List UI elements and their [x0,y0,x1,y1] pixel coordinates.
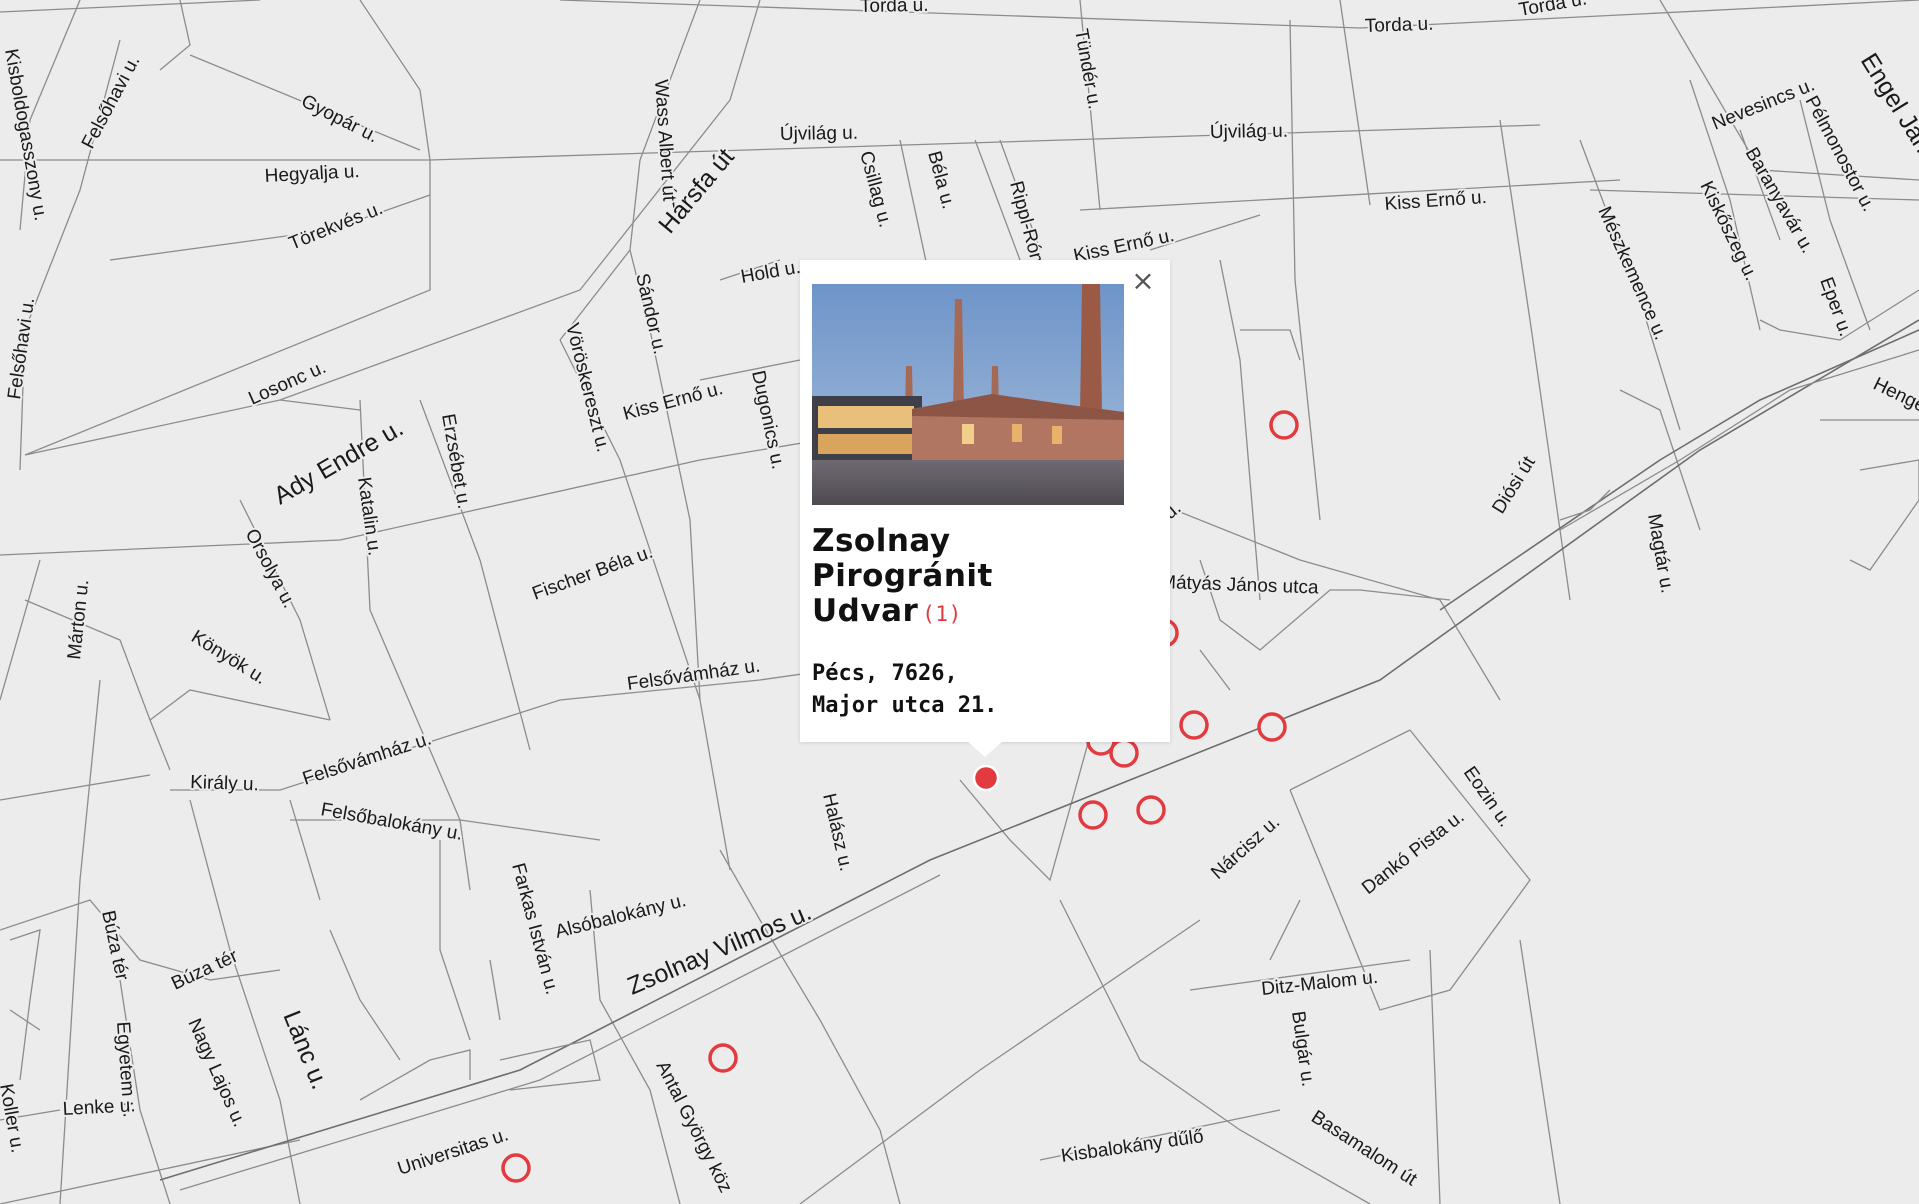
street-label: Mátyás János utca [1160,572,1319,599]
location-title: Zsolnay Pirogránit Udvar (1) [812,524,1152,632]
street-label: Orsolya u. [241,525,300,611]
street-label: Losonc u. [245,357,329,410]
street-label: Újvilág u. [1210,120,1289,143]
street-label: Dankó Pista u. [1358,806,1468,899]
street-label: Bulgár u. [1287,1010,1318,1088]
street-label: Búza tér [168,945,242,994]
street-label: Hold u. [739,257,802,288]
street-label: Vöröskereszt u. [561,321,613,454]
street-label: Újvilág u. [780,122,859,145]
street-label: Wass Albert út [650,79,679,203]
street-label: Dugonics u. [747,369,788,472]
title-line-text: Udvar [812,593,919,629]
location-marker[interactable] [1078,800,1108,830]
street-label: Király u. [190,772,259,795]
location-marker[interactable] [708,1043,738,1073]
location-address: Pécs, 7626, Major utca 21. [812,658,1152,722]
location-marker[interactable] [1109,738,1139,768]
close-icon[interactable]: × [1130,267,1156,295]
street-label: Felsőbalokány u. [319,799,464,845]
street-label: Tündér u. [1070,27,1105,111]
street-label: Eozin u. [1459,763,1516,831]
title-line: Zsolnay [812,523,951,559]
street-label: Lenke u. [62,1095,136,1120]
street-label: Kisbalokány dűlő [1060,1126,1205,1167]
street-label: Búza tér [97,909,132,983]
street-label: Diósi út [1488,452,1540,517]
street-label: Béla u. [923,149,959,212]
street-label: Koller u. [0,1082,28,1154]
street-label: Fischer Béla u. [530,542,656,605]
street-label: Felsővámház u. [300,728,434,789]
street-label: Torda u. [860,0,929,17]
street-label: Kiss Ernő u. [621,378,725,425]
street-label: Antal György köz [652,1058,736,1196]
street-label: Torda u. [1364,14,1433,37]
street-label: Universitas u. [395,1124,511,1180]
street-label: Gyopár u. [298,91,382,148]
street-label: Felsőhavi u. [78,52,145,152]
street-label: Mészkemence u. [1593,203,1671,343]
street-label: Kisboldogasszony u. [0,47,51,222]
street-label: Könyök u. [187,626,270,689]
street-label: Magtár u. [1643,512,1678,595]
location-count: (1) [922,602,962,626]
street-label: Nárcisz u. [1207,812,1284,884]
street-label: Henger [1870,374,1919,420]
location-marker[interactable] [1136,795,1166,825]
address-line: Major utca 21. [812,693,998,718]
street-label: Márton u. [64,579,93,661]
title-line: Pirogránit [812,558,993,594]
active-location-marker[interactable] [972,764,1000,792]
location-marker[interactable] [1257,712,1287,742]
street-label: Felsőhavi u. [4,296,39,400]
street-label: Halász u. [818,791,856,873]
street-label: Törekvés u. [286,198,386,255]
street-label: Csillag u. [855,149,896,230]
title-line: Udvar (1) [812,594,1152,632]
street-label: Ady Endre u. [269,414,408,511]
location-marker[interactable] [1269,410,1299,440]
location-popup: × Zsolnay Pirogránit Udvar (1) Pécs, 762… [800,260,1170,757]
street-label: Katalin u. [353,476,385,557]
location-marker[interactable] [501,1153,531,1183]
street-label: Engel János [1855,48,1919,180]
street-label: Lánc u. [277,1007,334,1094]
location-marker[interactable] [1179,710,1209,740]
location-photo [812,284,1124,505]
street-label: Nagy Lajos u. [183,1015,249,1130]
street-label: Alsóbalokány u. [553,890,688,943]
street-label: Hegyalja u. [264,161,360,187]
street-label: Kiss Ernő u. [1384,187,1488,215]
address-line: Pécs, 7626, [812,661,958,686]
street-label: Sándor u. [631,271,670,356]
street-label: Eper u. [1815,275,1856,340]
street-label: Felsővámház u. [626,655,762,694]
